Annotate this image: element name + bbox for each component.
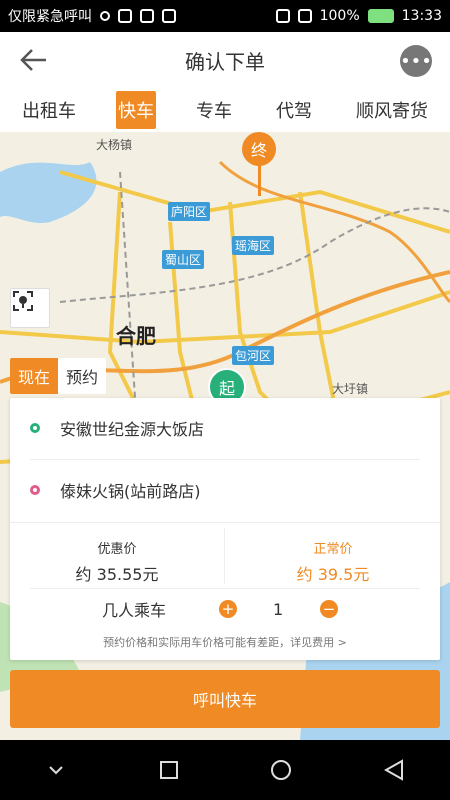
normal-label: 正常价 — [313, 542, 353, 557]
tab-freight[interactable]: 顺风寄货 — [352, 95, 432, 125]
tab-taxi[interactable]: 出租车 — [18, 95, 80, 125]
minus-icon[interactable]: − — [320, 600, 338, 618]
location-icon — [100, 11, 110, 21]
normal-price: 约 39.5元 — [296, 565, 370, 584]
header: 确认下单 ••• — [0, 32, 450, 88]
service-tabs: 出租车 快车 专车 代驾 顺风寄货 — [0, 88, 450, 133]
home-icon[interactable] — [266, 755, 296, 785]
status-right: 100% 13:33 — [275, 8, 442, 24]
destination-row[interactable]: 傣妹火锅(站前路店) — [10, 460, 440, 520]
discount-label: 优惠价 — [97, 542, 137, 557]
destination-marker-stem — [258, 162, 261, 196]
recents-icon[interactable] — [154, 755, 184, 785]
discount-price-block[interactable]: 优惠价 约 35.55元 — [10, 522, 224, 586]
destination-marker: 终 — [242, 132, 276, 166]
time-reserve-button[interactable]: 预约 — [58, 358, 106, 394]
passenger-count: 1 — [273, 599, 284, 619]
carrier-text: 仅限紧急呼叫 — [8, 9, 92, 25]
discount-price: 约 35.55元 — [75, 565, 159, 584]
price-disclaimer[interactable]: 预约价格和实际用车价格可能有差距，详见费用 > — [10, 634, 440, 650]
page-title: 确认下单 — [185, 49, 265, 74]
image-icon — [162, 9, 176, 23]
sim-icon — [297, 9, 312, 23]
town-label: 大圩镇 — [332, 382, 369, 396]
battery-icon — [367, 9, 394, 23]
destination-address: 傣妹火锅(站前路店) — [60, 482, 201, 501]
town-label: 大杨镇 — [96, 138, 133, 152]
normal-price-block[interactable]: 正常价 约 39.5元 — [226, 522, 440, 586]
passenger-row: 几人乘车 + 1 − — [10, 588, 440, 630]
plus-icon[interactable]: + — [219, 600, 237, 618]
tab-express[interactable]: 快车 — [116, 91, 156, 129]
battery-percent: 100% — [319, 8, 360, 24]
order-card: 安徽世纪金源大饭店 傣妹火锅(站前路店) 优惠价 约 35.55元 正常价 约 … — [10, 398, 440, 660]
status-time: 13:33 — [401, 8, 442, 24]
time-toggle: 现在 预约 — [10, 358, 107, 394]
district-label: 瑶海区 — [232, 236, 275, 255]
android-icon — [140, 9, 154, 23]
locate-icon[interactable] — [10, 288, 50, 328]
district-label: 庐阳区 — [168, 202, 211, 221]
tab-designated-driver[interactable]: 代驾 — [272, 95, 316, 125]
divider — [224, 528, 225, 584]
passenger-label: 几人乘车 — [102, 601, 167, 620]
status-bar: 仅限紧急呼叫 100% 13:33 — [0, 0, 450, 32]
call-express-button[interactable]: 呼叫快车 — [10, 670, 440, 728]
pickup-row[interactable]: 安徽世纪金源大饭店 — [10, 398, 440, 458]
system-nav-bar — [0, 740, 450, 800]
status-left: 仅限紧急呼叫 — [8, 6, 176, 26]
tab-premier[interactable]: 专车 — [192, 95, 236, 125]
chat-icon[interactable]: ••• — [400, 45, 432, 77]
district-label: 包河区 — [232, 346, 275, 365]
time-now-button[interactable]: 现在 — [10, 358, 59, 394]
nfc-icon — [118, 9, 132, 23]
arrow-left-icon[interactable] — [18, 46, 48, 74]
back-icon[interactable] — [379, 755, 409, 785]
pickup-address: 安徽世纪金源大饭店 — [60, 420, 205, 439]
district-label: 蜀山区 — [162, 250, 205, 269]
pickup-dot-icon — [30, 423, 40, 433]
chevron-down-icon[interactable] — [41, 755, 71, 785]
city-label: 合肥 — [116, 324, 156, 348]
wifi-icon — [275, 9, 290, 23]
destination-dot-icon — [30, 485, 40, 495]
